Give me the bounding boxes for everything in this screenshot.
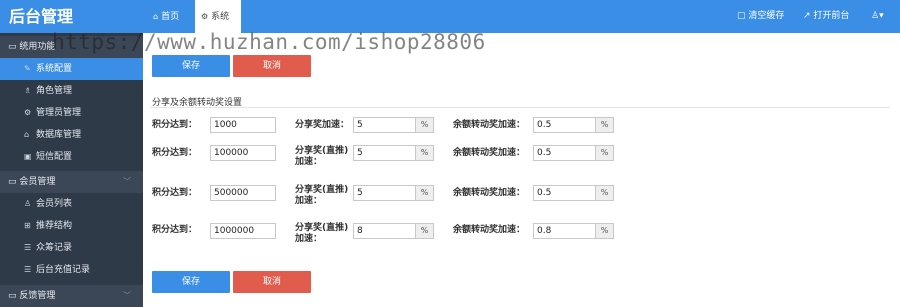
sidebar-group-system[interactable]: ▭ 统用功能 [0,36,143,58]
share-label: 分享奖(直推)加速： [295,146,349,167]
points-label: 积分达到： [152,225,198,235]
users-icon: ♗ [24,86,32,95]
sidebar-item-admins[interactable]: ⚙ 管理员管理 [0,102,143,124]
open-front-label: 打开前台 [813,11,850,21]
external-link-icon: ↗ [803,11,811,21]
sidebar: ▭ 统用功能 ✎ 系统配置 ♗ 角色管理 ⚙ 管理员管理 ⌂ 数据库管理 ▣ 短信配置 ▭… [0,33,143,307]
points-input[interactable]: 1000000 [210,223,276,239]
share-input[interactable]: 8 [353,223,416,239]
sidebar-item-label: 角色管理 [36,86,73,96]
cancel-button-top[interactable]: 取消 [233,55,311,77]
sidebar-item-database[interactable]: ⌂ 数据库管理 [0,124,143,146]
balance-input[interactable]: 0.8 [533,223,596,239]
grid-icon: ⊞ [24,221,31,230]
percent-addon: % [416,223,434,239]
top-bar: 后台管理 ⌂ 首页 ⚙ 系统 ▢ 清空缓存 ↗ 打开前台 ♙▾ [0,0,900,33]
tab-system[interactable]: ⚙ 系统 [195,0,241,33]
share-label: 分享奖加速： [295,120,350,130]
gear-icon: ⚙ [24,108,32,117]
main-content: 保存 取消 分享及余额转动奖设置 积分达到： 1000 分享奖加速： 5 % 余… [143,33,900,306]
image-icon: ▣ [24,152,32,161]
folder-icon: ▭ [8,291,17,301]
save-button-top[interactable]: 保存 [152,55,230,77]
chevron-down-icon: ﹀ [123,291,131,300]
sidebar-item-label: 推荐结构 [36,221,73,231]
sidebar-item-recharge[interactable]: ☰ 后台充值记录 [0,259,143,281]
sidebar-group-member[interactable]: ▭ 会员管理 ﹀ [0,171,143,193]
user-icon: ♙ [871,11,880,21]
balance-input[interactable]: 0.5 [533,145,596,161]
share-label: 分享奖(直推)加速： [295,185,349,206]
sidebar-item-label: 短信配置 [36,152,73,162]
share-input[interactable]: 5 [353,185,416,201]
balance-input[interactable]: 0.5 [533,117,596,133]
app-title: 后台管理 [9,7,74,26]
share-label: 分享奖(直推)加速： [295,223,349,244]
points-input[interactable]: 1000 [210,117,276,133]
divider [150,107,890,108]
user-icon: ♙ [24,199,32,208]
folder-icon: ▭ [8,42,17,52]
list-icon: ☰ [24,243,32,252]
points-label: 积分达到： [152,120,198,130]
sidebar-group-member-label: 会员管理 [19,177,56,187]
sidebar-item-roles[interactable]: ♗ 角色管理 [0,80,143,102]
file-icon: ▢ [737,11,746,21]
percent-addon: % [416,185,434,201]
percent-addon: % [596,223,614,239]
sidebar-item-referral[interactable]: ⊞ 推荐结构 [0,215,143,237]
points-input[interactable]: 500000 [210,185,276,201]
share-input[interactable]: 5 [353,145,416,161]
sidebar-item-label: 众筹记录 [36,243,73,253]
tab-home-label: 首页 [161,12,180,22]
balance-label: 余额转动奖加速： [453,188,526,198]
chevron-down-icon: ﹀ [123,177,131,186]
sidebar-item-label: 数据库管理 [36,130,82,140]
percent-addon: % [596,145,614,161]
open-front-button[interactable]: ↗ 打开前台 [803,0,849,33]
sidebar-item-system-config[interactable]: ✎ 系统配置 [0,58,143,80]
sidebar-item-label: 后台充值记录 [36,265,91,275]
sidebar-group-feedback-label: 反馈管理 [19,291,56,301]
sidebar-item-member-list[interactable]: ♙ 会员列表 [0,193,143,215]
balance-label: 余额转动奖加速： [453,148,526,158]
sidebar-item-sms[interactable]: ▣ 短信配置 [0,146,143,168]
clear-cache-button[interactable]: ▢ 清空缓存 [737,0,784,33]
share-input[interactable]: 5 [353,117,416,133]
wrench-icon: ✎ [24,64,31,73]
percent-addon: % [416,145,434,161]
percent-addon: % [596,185,614,201]
sidebar-group-system-label: 统用功能 [19,42,56,52]
percent-addon: % [416,117,434,133]
tab-home[interactable]: ⌂ 首页 [145,0,187,33]
folder-icon: ▭ [8,177,17,187]
percent-addon: % [596,117,614,133]
tab-system-label: 系统 [211,12,230,22]
home-icon: ⌂ [153,12,159,21]
sidebar-group-feedback[interactable]: ▭ 反馈管理 ﹀ [0,285,143,307]
caret-down-icon: ▾ [879,11,884,21]
sidebar-item-label: 管理员管理 [36,108,82,118]
lock-icon: ⌂ [24,130,30,139]
save-button-bottom[interactable]: 保存 [152,271,230,293]
sidebar-item-label: 会员列表 [36,199,73,209]
points-input[interactable]: 100000 [210,145,276,161]
cancel-button-bottom[interactable]: 取消 [233,271,311,293]
user-menu[interactable]: ♙▾ [871,0,884,33]
points-label: 积分达到： [152,148,198,158]
list-icon: ☰ [24,265,32,274]
gear-icon: ⚙ [201,12,209,21]
balance-label: 余额转动奖加速： [453,120,526,130]
balance-input[interactable]: 0.5 [533,185,596,201]
clear-cache-label: 清空缓存 [748,11,785,21]
points-label: 积分达到： [152,188,198,198]
sidebar-item-label: 系统配置 [36,64,73,74]
sidebar-item-crowdfund[interactable]: ☰ 众筹记录 [0,237,143,259]
balance-label: 余额转动奖加速： [453,225,526,235]
